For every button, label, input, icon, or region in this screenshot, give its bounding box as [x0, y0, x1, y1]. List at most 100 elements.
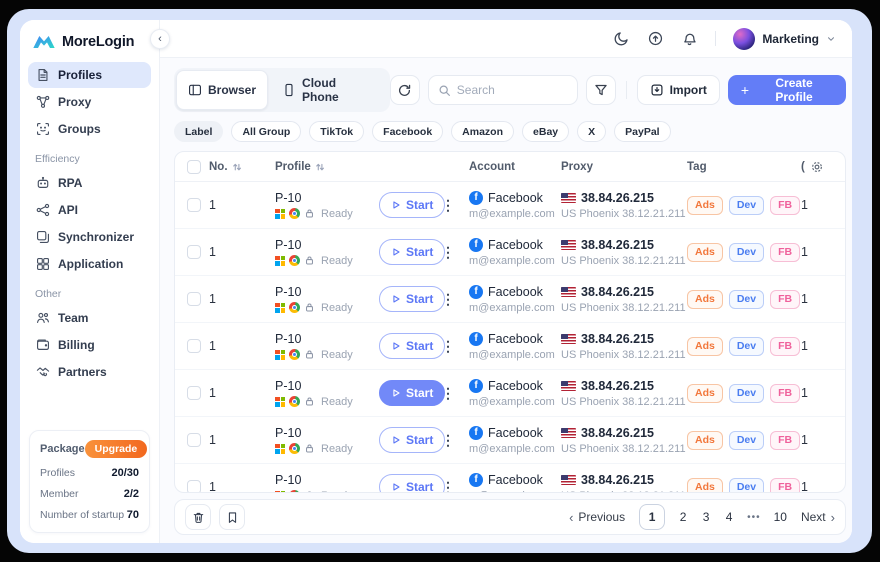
table-row[interactable]: 1 P-10 Ready Start ⋮ f — [175, 276, 845, 323]
sidebar-item-proxy[interactable]: Proxy — [28, 89, 151, 115]
account-cell: f Facebook m@example.com — [469, 238, 561, 267]
facebook-icon: f — [469, 473, 483, 487]
sidebar-item-rpa[interactable]: RPA — [28, 170, 151, 196]
column-no[interactable]: No. — [209, 161, 275, 173]
sidebar-item-team[interactable]: Team — [28, 305, 151, 331]
row-menu-button[interactable]: ⋮ — [441, 479, 469, 493]
filter-chip-amazon[interactable]: Amazon — [451, 121, 514, 142]
table-row[interactable]: 1 P-10 Ready Start ⋮ f — [175, 417, 845, 464]
row-checkbox[interactable] — [187, 245, 201, 259]
table-row[interactable]: 1 P-10 Ready Start ⋮ f — [175, 229, 845, 276]
delete-button[interactable] — [185, 504, 211, 530]
sidebar-item-application[interactable]: Application — [28, 251, 151, 277]
filter-chip-facebook[interactable]: Facebook — [372, 121, 443, 142]
profile-cell: P-10 Ready — [275, 379, 379, 408]
sidebar-collapse-button[interactable]: ‹ — [150, 29, 170, 49]
tag-ads: Ads — [687, 431, 723, 450]
sidebar-item-partners[interactable]: Partners — [28, 359, 151, 385]
toolbar-divider — [626, 81, 627, 99]
next-button[interactable]: Next › — [801, 510, 835, 525]
start-button[interactable]: Start — [379, 427, 445, 453]
row-checkbox[interactable] — [187, 386, 201, 400]
previous-button[interactable]: ‹ Previous — [569, 510, 625, 525]
filter-chip-all-group[interactable]: All Group — [231, 121, 301, 142]
search-box[interactable] — [428, 75, 578, 105]
select-all-checkbox[interactable] — [187, 160, 201, 174]
sort-icon[interactable] — [315, 162, 325, 172]
sidebar-item-profiles[interactable]: Profiles — [28, 62, 151, 88]
account-menu[interactable]: Marketing — [733, 28, 836, 50]
start-button[interactable]: Start — [379, 474, 445, 492]
bookmark-button[interactable] — [219, 504, 245, 530]
sort-icon[interactable] — [232, 162, 242, 172]
tags-cell: AdsDevFB — [687, 478, 801, 493]
row-checkbox[interactable] — [187, 433, 201, 447]
row-checkbox[interactable] — [187, 198, 201, 212]
extra-cell: 1 — [801, 292, 845, 306]
lock-icon — [304, 255, 315, 266]
proxy-location: US Phoenix 38.12.21.211 — [561, 255, 687, 267]
dark-mode-icon[interactable] — [613, 30, 630, 47]
filter-chip-label[interactable]: Label — [174, 121, 223, 142]
proxy-location: US Phoenix 38.12.21.211 — [561, 208, 687, 220]
table-row[interactable]: 1 P-10 Ready Start ⋮ f — [175, 370, 845, 417]
tag-ads: Ads — [687, 243, 723, 262]
page-10[interactable]: 10 — [774, 510, 787, 524]
table-row[interactable]: 1 P-10 Ready Start ⋮ f — [175, 182, 845, 229]
facebook-icon: f — [469, 379, 483, 393]
table-row[interactable]: 1 P-10 Ready Start ⋮ f — [175, 323, 845, 370]
tag-dev: Dev — [729, 243, 764, 262]
row-menu-button[interactable]: ⋮ — [441, 244, 469, 261]
row-menu-button[interactable]: ⋮ — [441, 338, 469, 355]
proxy-location: US Phoenix 38.12.21.211 — [561, 396, 687, 408]
start-button[interactable]: Start — [379, 286, 445, 312]
profile-cell: P-10 Ready — [275, 238, 379, 267]
filter-button[interactable] — [586, 75, 616, 105]
chevron-left-icon: ‹ — [569, 510, 573, 525]
start-button[interactable]: Start — [379, 192, 445, 218]
notification-icon[interactable] — [681, 30, 698, 47]
row-menu-button[interactable]: ⋮ — [441, 197, 469, 214]
page-1[interactable]: 1 — [639, 504, 665, 530]
search-input[interactable] — [457, 83, 568, 97]
filter-chip-ebay[interactable]: eBay — [522, 121, 569, 142]
import-button[interactable]: Import — [637, 75, 720, 105]
row-checkbox[interactable] — [187, 339, 201, 353]
sidebar-item-api[interactable]: API — [28, 197, 151, 223]
start-button[interactable]: Start — [379, 380, 445, 406]
view-tab-cloud-phone[interactable]: Cloud Phone — [270, 70, 388, 110]
upgrade-button[interactable]: Upgrade — [85, 440, 148, 458]
column-settings-gear-icon[interactable] — [810, 160, 824, 174]
row-checkbox[interactable] — [187, 292, 201, 306]
row-menu-button[interactable]: ⋮ — [441, 385, 469, 402]
column-profile[interactable]: Profile — [275, 161, 379, 173]
page-2[interactable]: 2 — [678, 510, 688, 524]
sidebar-item-synchronizer[interactable]: Synchronizer — [28, 224, 151, 250]
page-4[interactable]: 4 — [724, 510, 734, 524]
profile-name: P-10 — [275, 379, 379, 393]
create-profile-button[interactable]: + Create Profile — [728, 75, 846, 105]
chrome-icon — [289, 255, 300, 266]
row-checkbox[interactable] — [187, 480, 201, 492]
start-button[interactable]: Start — [379, 333, 445, 359]
update-icon[interactable] — [647, 30, 664, 47]
filter-chip-paypal[interactable]: PayPal — [614, 121, 670, 142]
view-tab-browser[interactable]: Browser — [176, 70, 268, 110]
sidebar-item-billing[interactable]: Billing — [28, 332, 151, 358]
play-icon — [391, 435, 401, 445]
sidebar-item-groups[interactable]: Groups — [28, 116, 151, 142]
play-icon — [391, 341, 401, 351]
us-flag-icon — [561, 334, 576, 344]
page-3[interactable]: 3 — [701, 510, 711, 524]
table-row[interactable]: 1 P-10 Ready Start ⋮ f — [175, 464, 845, 492]
logo: MoreLogin — [20, 20, 159, 60]
search-icon — [438, 84, 451, 97]
row-menu-button[interactable]: ⋮ — [441, 291, 469, 308]
start-button[interactable]: Start — [379, 239, 445, 265]
filter-chip-tiktok[interactable]: TikTok — [309, 121, 364, 142]
tags-cell: AdsDevFB — [687, 196, 801, 215]
row-menu-button[interactable]: ⋮ — [441, 432, 469, 449]
filter-chip-x[interactable]: X — [577, 121, 606, 142]
package-title: Package — [40, 443, 85, 455]
refresh-button[interactable] — [390, 75, 420, 105]
